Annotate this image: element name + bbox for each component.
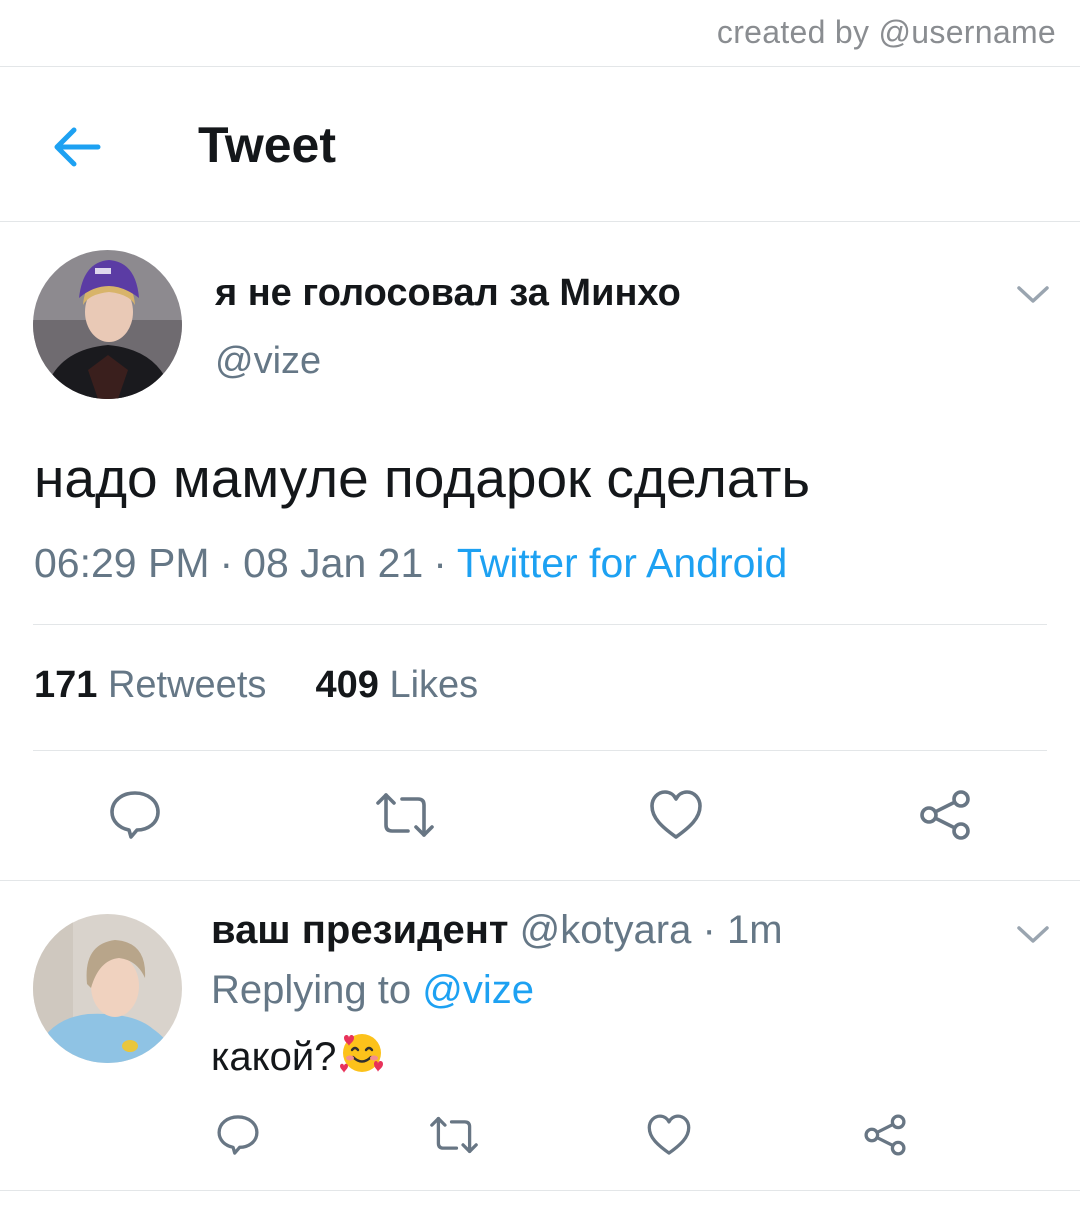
share-icon <box>864 1114 906 1156</box>
reply-handle[interactable]: @kotyara <box>520 908 692 952</box>
reply-display-name[interactable]: ваш президент <box>211 908 508 952</box>
retweet-icon <box>430 1116 478 1154</box>
divider <box>33 624 1047 625</box>
reply-author-avatar[interactable] <box>33 914 182 1063</box>
chevron-down-icon <box>1017 286 1049 303</box>
share-icon <box>920 790 970 840</box>
reply-like-button[interactable] <box>646 1112 692 1163</box>
like-icon <box>647 1114 691 1155</box>
meta-separator: · <box>702 908 716 952</box>
share-button[interactable] <box>917 787 973 848</box>
creator-credit: created by @username <box>716 14 1056 50</box>
reply-share-button[interactable] <box>862 1112 908 1163</box>
tweet-meta: 06:29 PM · 08 Jan 21 · Twitter for Android <box>34 540 787 587</box>
tweet-source-link[interactable]: Twitter for Android <box>457 540 787 586</box>
replying-to-label: Replying to <box>211 968 412 1012</box>
reply-retweet-button[interactable] <box>428 1112 480 1163</box>
smiling-face-with-hearts-icon <box>338 1028 386 1086</box>
replying-to-mention[interactable]: @vize <box>422 968 534 1012</box>
replying-to: Replying to @vize <box>211 968 534 1013</box>
reply-button[interactable] <box>107 787 163 848</box>
reply-icon <box>110 791 160 839</box>
chevron-down-icon <box>1017 926 1049 943</box>
tweet-stats: 171 Retweets 409 Likes <box>34 664 478 707</box>
app-header: Tweet <box>0 68 1080 221</box>
retweet-icon <box>376 793 434 837</box>
reply-header: ваш президент @kotyara · 1m <box>211 908 783 953</box>
tweet-time: 06:29 PM <box>34 540 210 586</box>
retweets-stat[interactable]: 171 Retweets <box>34 664 266 706</box>
retweet-button[interactable] <box>374 787 436 848</box>
reply-text: какой? <box>211 1035 337 1079</box>
divider <box>0 66 1080 67</box>
arrow-left-icon <box>54 127 101 167</box>
author-avatar[interactable] <box>33 250 182 399</box>
likes-count: 409 <box>315 664 379 706</box>
like-icon <box>650 790 702 839</box>
retweets-label: Retweets <box>107 664 267 706</box>
tweet-options-button[interactable] <box>1015 282 1051 306</box>
divider <box>0 1190 1080 1191</box>
meta-separator: · <box>219 540 234 586</box>
author-display-name[interactable]: я не голосовал за Минхо <box>215 272 681 315</box>
like-button[interactable] <box>648 787 704 848</box>
tweet-date: 08 Jan 21 <box>243 540 424 586</box>
divider <box>0 221 1080 222</box>
likes-stat[interactable]: 409 Likes <box>316 664 479 706</box>
retweets-count: 171 <box>34 664 98 706</box>
page-title: Tweet <box>198 117 336 173</box>
reply-reply-button[interactable] <box>215 1112 261 1163</box>
divider <box>33 750 1047 751</box>
divider <box>0 880 1080 881</box>
likes-label: Likes <box>389 664 479 706</box>
reply-text-container: какой? <box>211 1028 386 1086</box>
reply-time: 1m <box>726 908 783 952</box>
back-button[interactable] <box>48 118 106 176</box>
reply-options-button[interactable] <box>1015 922 1051 946</box>
meta-separator: · <box>433 540 447 586</box>
tweet-text: надо мамуле подарок сделать <box>34 447 811 509</box>
reply-icon <box>217 1115 259 1155</box>
author-handle[interactable]: @vize <box>215 340 321 383</box>
